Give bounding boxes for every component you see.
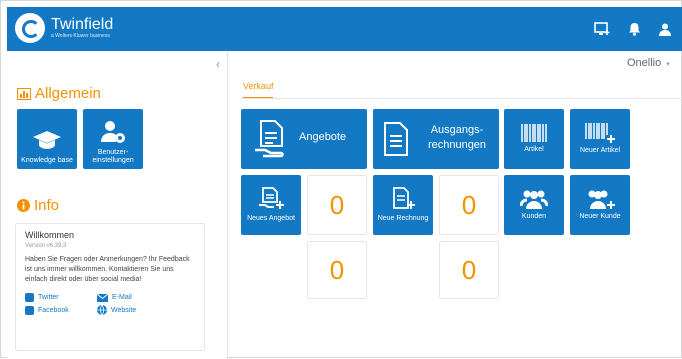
- count-offene-angebote[interactable]: 0: [307, 241, 367, 299]
- tile-neuer-kunde-label: Neuer Kunde: [579, 213, 621, 220]
- tile-neuer-artikel[interactable]: Neuer Artikel: [570, 109, 630, 169]
- welcome-text: Haben Sie Fragen oder Anmerkungen? Ihr F…: [25, 256, 190, 283]
- envelope-icon: [97, 293, 108, 302]
- tab-verkauf[interactable]: Verkauf: [243, 81, 274, 91]
- twinfield-logo-icon: [15, 13, 45, 43]
- tile-neuer-kunde[interactable]: Neuer Kunde: [570, 175, 630, 235]
- user-icon[interactable]: [659, 23, 671, 36]
- tile-neues-angebot-label: Neues Angebot: [247, 215, 295, 222]
- tile-kunden-label: Kunden: [521, 213, 547, 220]
- logo[interactable]: Twinfield a Wolters Kluwer business: [15, 13, 113, 43]
- new-invoice-icon: [393, 187, 415, 209]
- app-frame: Twinfield a Wolters Kluwer business ‹ Al…: [0, 0, 682, 359]
- user-settings-icon: [101, 121, 125, 143]
- facebook-link[interactable]: Facebook: [25, 305, 97, 315]
- twitter-icon: [25, 293, 34, 302]
- website-label: Website: [111, 306, 137, 314]
- add-screen-icon[interactable]: [594, 22, 610, 36]
- tile-user-settings-label: Benutzer-einstellungen: [92, 149, 134, 164]
- tile-artikel[interactable]: Artikel: [504, 109, 564, 169]
- user-name: Onellio: [627, 57, 662, 69]
- bell-icon[interactable]: [628, 22, 641, 36]
- top-bar: Twinfield a Wolters Kluwer business: [7, 7, 682, 51]
- tab-divider: [241, 98, 682, 99]
- tile-neues-angebot[interactable]: Neues Angebot: [241, 175, 301, 235]
- add-users-icon: [588, 190, 615, 209]
- tile-knowledge-base-label: Knowledge base: [21, 157, 73, 164]
- email-link[interactable]: E-Mail: [97, 293, 177, 302]
- sidebar: ‹ Allgemein Knowledge base Benutzer-eins…: [7, 51, 228, 359]
- version-label: Version v6.39.3: [25, 243, 67, 249]
- welcome-title: Willkommen: [25, 230, 75, 240]
- chevron-down-icon: ▾: [666, 61, 670, 68]
- barcode-plus-icon: [585, 123, 615, 143]
- section-general-title: Allgemein: [35, 85, 101, 102]
- document-icon: [384, 122, 408, 156]
- section-info-title: Info: [34, 197, 60, 214]
- new-offer-icon: [259, 187, 284, 209]
- website-link[interactable]: Website: [97, 305, 177, 315]
- collapse-sidebar-icon[interactable]: ‹: [216, 57, 220, 71]
- document-hand-icon: [255, 120, 284, 158]
- app-name: Twinfield: [51, 16, 114, 33]
- tile-neue-rechnung[interactable]: Neue Rechnung: [373, 175, 433, 235]
- bar-chart-icon: [17, 87, 31, 100]
- graduation-cap-icon: [33, 131, 61, 149]
- users-icon: [520, 190, 548, 209]
- section-info: Info: [17, 197, 59, 214]
- email-label: E-Mail: [112, 294, 132, 301]
- count-rechnungen[interactable]: 0: [439, 175, 499, 235]
- tile-angebote-label: Angebote: [299, 131, 347, 143]
- app-subtitle: a Wolters Kluwer business: [51, 33, 110, 39]
- facebook-label: Facebook: [38, 306, 69, 314]
- tile-neue-rechnung-label: Neue Rechnung: [377, 215, 429, 222]
- tile-angebote[interactable]: Angebote: [241, 109, 367, 169]
- twitter-label: Twitter: [38, 294, 59, 301]
- section-general: Allgemein: [17, 85, 101, 102]
- tile-user-settings[interactable]: Benutzer-einstellungen: [83, 109, 143, 169]
- count-offene-rechnungen[interactable]: 0: [439, 241, 499, 299]
- tile-ausgangsrechnungen-label: Ausgangs-rechnungen: [427, 124, 487, 151]
- tile-neuer-artikel-label: Neuer Artikel: [579, 147, 621, 154]
- barcode-icon: [521, 124, 547, 142]
- tile-kunden[interactable]: Kunden: [504, 175, 564, 235]
- welcome-card: Willkommen Version v6.39.3 Haben Sie Fra…: [15, 223, 205, 351]
- count-angebote[interactable]: 0: [307, 175, 367, 235]
- user-menu[interactable]: Onellio ▾: [627, 57, 670, 69]
- info-icon: [17, 199, 30, 212]
- tile-knowledge-base[interactable]: Knowledge base: [17, 109, 77, 169]
- tile-ausgangsrechnungen[interactable]: Ausgangs-rechnungen: [373, 109, 499, 169]
- facebook-icon: [25, 305, 34, 315]
- globe-icon: [97, 305, 107, 315]
- twitter-link[interactable]: Twitter: [25, 293, 97, 302]
- tile-artikel-label: Artikel: [524, 146, 544, 153]
